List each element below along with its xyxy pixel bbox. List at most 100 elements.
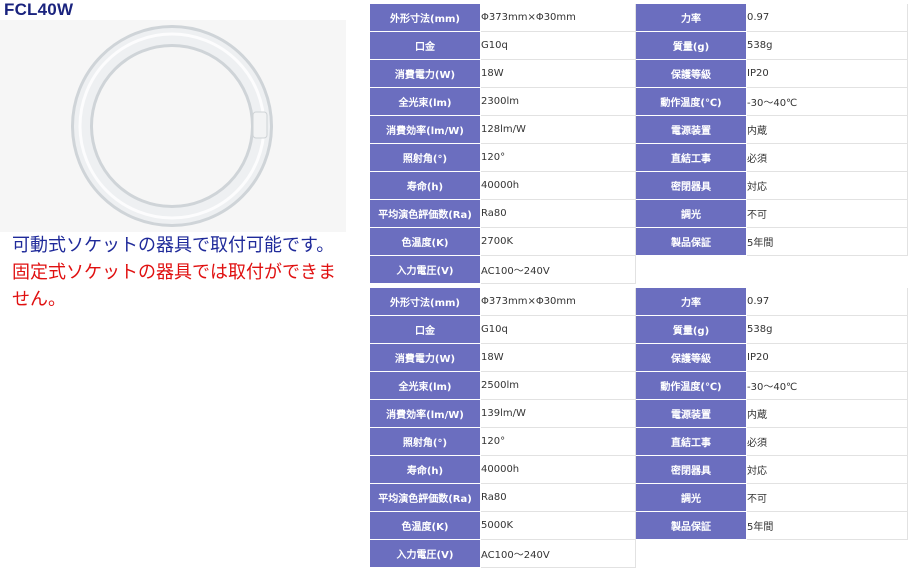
- spec-label: 動作温度(℃): [636, 372, 747, 400]
- spec-row: 消費効率(lm/W) 128lm/W 電源装置 内蔵: [370, 116, 908, 144]
- spec-label: 入力電圧(V): [370, 540, 481, 568]
- spec-row: 全光束(lm) 2300lm 動作温度(℃) -30～40℃: [370, 88, 908, 116]
- spec-label: 消費効率(lm/W): [370, 116, 481, 144]
- socket-note: 可動式ソケットの器具で取付可能です。 固定式ソケットの器具では取付ができません。: [12, 232, 352, 313]
- spec-label: 色温度(K): [370, 512, 481, 540]
- spec-label: 平均演色評価数(Ra): [370, 484, 481, 512]
- spec-value: 120°: [481, 144, 636, 172]
- spec-value: 5年間: [747, 512, 908, 540]
- spec-row: 寿命(h) 40000h 密閉器具 対応: [370, 172, 908, 200]
- spec-value: 40000h: [481, 456, 636, 484]
- product-title: FCL40W: [4, 0, 74, 19]
- spec-value: IP20: [747, 60, 908, 88]
- spec-value: 2700K: [481, 228, 636, 256]
- spec-row: 寿命(h) 40000h 密閉器具 対応: [370, 456, 908, 484]
- spec-value: 不可: [747, 484, 908, 512]
- spec-value: 不可: [747, 200, 908, 228]
- empty-cell: [747, 540, 908, 568]
- spec-label: 電源装置: [636, 116, 747, 144]
- spec-row: 消費効率(lm/W) 139lm/W 電源装置 内蔵: [370, 400, 908, 428]
- spec-value: AC100～240V: [481, 256, 636, 284]
- spec-table-2700k: 外形寸法(mm) Φ373mm×Φ30mm 力率 0.97 口金 G10q 質量(g) 538…: [370, 4, 908, 284]
- spec-value: G10q: [481, 32, 636, 60]
- spec-row: 色温度(K) 2700K 製品保証 5年間: [370, 228, 908, 256]
- spec-value: 必須: [747, 144, 908, 172]
- spec-label: 外形寸法(mm): [370, 288, 481, 316]
- spec-label: 密閉器具: [636, 456, 747, 484]
- product-image: [0, 20, 346, 232]
- spec-value: 必須: [747, 428, 908, 456]
- spec-value: 128lm/W: [481, 116, 636, 144]
- spec-value: 0.97: [747, 4, 908, 32]
- spec-label: 調光: [636, 200, 747, 228]
- spec-label: 動作温度(℃): [636, 88, 747, 116]
- spec-label: 消費効率(lm/W): [370, 400, 481, 428]
- empty-cell: [636, 256, 747, 284]
- spec-label: 消費電力(W): [370, 60, 481, 88]
- spec-label: 力率: [636, 288, 747, 316]
- spec-value: -30～40℃: [747, 372, 908, 400]
- spec-label: 口金: [370, 316, 481, 344]
- spec-label: 寿命(h): [370, 172, 481, 200]
- spec-row: 色温度(K) 5000K 製品保証 5年間: [370, 512, 908, 540]
- spec-row: 口金 G10q 質量(g) 538g: [370, 32, 908, 60]
- spec-label: 色温度(K): [370, 228, 481, 256]
- spec-row: 外形寸法(mm) Φ373mm×Φ30mm 力率 0.97: [370, 288, 908, 316]
- spec-label: 調光: [636, 484, 747, 512]
- spec-row: 入力電圧(V) AC100～240V: [370, 540, 908, 568]
- spec-label: 保護等級: [636, 60, 747, 88]
- spec-value: Ra80: [481, 484, 636, 512]
- compatible-note: 可動式ソケットの器具で取付可能です。: [12, 235, 335, 256]
- spec-value: IP20: [747, 344, 908, 372]
- spec-label: 寿命(h): [370, 456, 481, 484]
- spec-label: 照射角(°): [370, 428, 481, 456]
- spec-value: 対応: [747, 172, 908, 200]
- spec-row: 口金 G10q 質量(g) 538g: [370, 316, 908, 344]
- spec-value: -30～40℃: [747, 88, 908, 116]
- spec-value: 2500lm: [481, 372, 636, 400]
- spec-label: 平均演色評価数(Ra): [370, 200, 481, 228]
- spec-value: 18W: [481, 60, 636, 88]
- spec-value: Ra80: [481, 200, 636, 228]
- spec-value: Φ373mm×Φ30mm: [481, 4, 636, 32]
- spec-value: Φ373mm×Φ30mm: [481, 288, 636, 316]
- spec-row: 平均演色評価数(Ra) Ra80 調光 不可: [370, 200, 908, 228]
- spec-row: 入力電圧(V) AC100～240V: [370, 256, 908, 284]
- spec-value: 0.97: [747, 288, 908, 316]
- spec-label: 密閉器具: [636, 172, 747, 200]
- incompatible-note: 固定式ソケットの器具では取付ができません。: [12, 262, 336, 310]
- spec-row: 照射角(°) 120° 直結工事 必須: [370, 428, 908, 456]
- spec-value: 内蔵: [747, 400, 908, 428]
- spec-label: 全光束(lm): [370, 372, 481, 400]
- spec-value: 2300lm: [481, 88, 636, 116]
- spec-label: 質量(g): [636, 316, 747, 344]
- spec-row: 消費電力(W) 18W 保護等級 IP20: [370, 344, 908, 372]
- spec-label: 入力電圧(V): [370, 256, 481, 284]
- spec-label: 製品保証: [636, 512, 747, 540]
- spec-label: 全光束(lm): [370, 88, 481, 116]
- spec-label: 製品保証: [636, 228, 747, 256]
- spec-row: 外形寸法(mm) Φ373mm×Φ30mm 力率 0.97: [370, 4, 908, 32]
- spec-value: 40000h: [481, 172, 636, 200]
- empty-cell: [636, 540, 747, 568]
- spec-value: 538g: [747, 32, 908, 60]
- spec-value: 18W: [481, 344, 636, 372]
- spec-label: 外形寸法(mm): [370, 4, 481, 32]
- spec-row: 照射角(°) 120° 直結工事 必須: [370, 144, 908, 172]
- spec-label: 電源装置: [636, 400, 747, 428]
- spec-row: 平均演色評価数(Ra) Ra80 調光 不可: [370, 484, 908, 512]
- spec-label: 保護等級: [636, 344, 747, 372]
- spec-label: 力率: [636, 4, 747, 32]
- ring-lamp-image: [71, 25, 273, 227]
- spec-value: AC100～240V: [481, 540, 636, 568]
- spec-value: 5年間: [747, 228, 908, 256]
- spec-value: G10q: [481, 316, 636, 344]
- spec-value: 139lm/W: [481, 400, 636, 428]
- empty-cell: [747, 256, 908, 284]
- spec-value: 内蔵: [747, 116, 908, 144]
- spec-label: 質量(g): [636, 32, 747, 60]
- spec-value: 5000K: [481, 512, 636, 540]
- spec-value: 対応: [747, 456, 908, 484]
- spec-row: 全光束(lm) 2500lm 動作温度(℃) -30～40℃: [370, 372, 908, 400]
- spec-value: 120°: [481, 428, 636, 456]
